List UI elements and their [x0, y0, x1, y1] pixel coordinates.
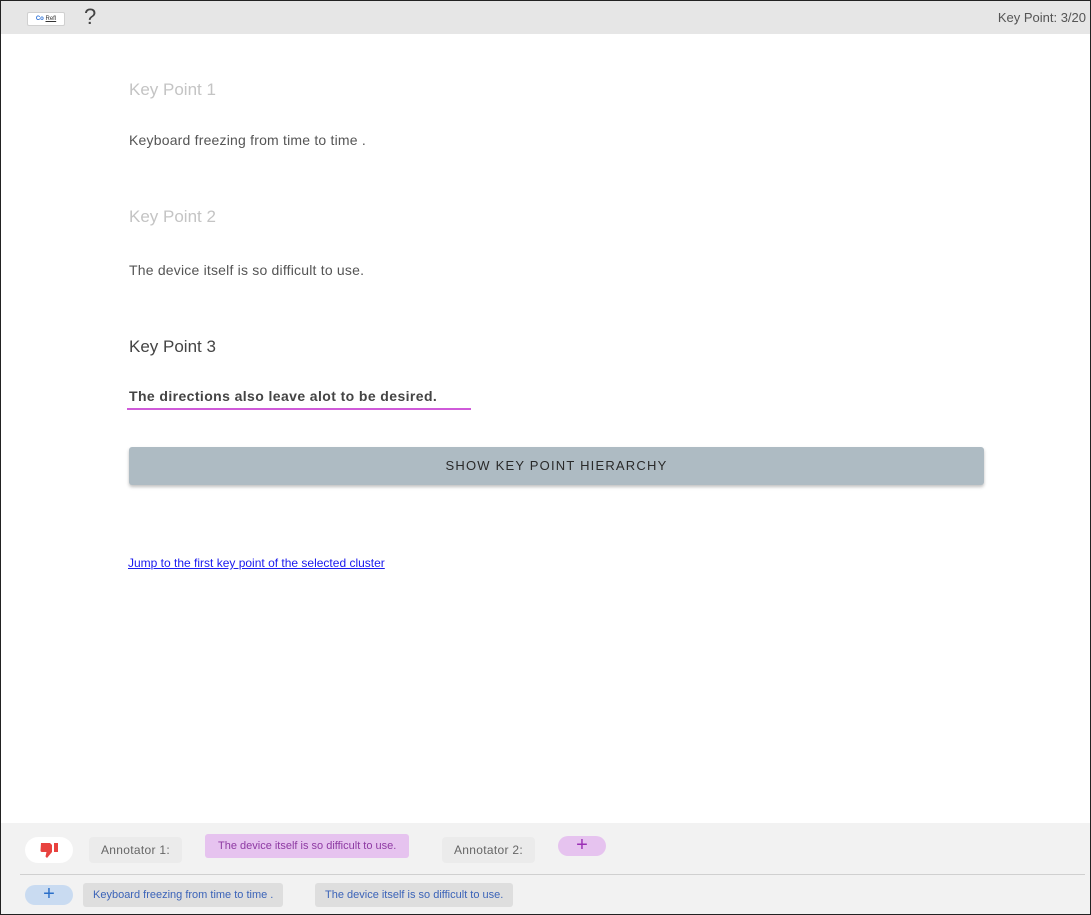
key-point-1-text: Keyboard freezing from time to time .	[129, 132, 366, 148]
add-option-icon[interactable]: +	[25, 884, 73, 905]
current-key-point-underline	[127, 408, 471, 410]
key-point-3-title: Key Point 3	[129, 337, 216, 356]
key-point-counter: Key Point: 3/20	[997, 10, 1086, 25]
top-bar: Co Refl ? Key Point: 3/20	[1, 1, 1090, 34]
key-point-3-text: The directions also leave alot to be des…	[129, 388, 438, 404]
annotator-2-label: Annotator 2:	[442, 837, 535, 863]
logo-co-text: Co	[35, 16, 44, 22]
key-point-1-title: Key Point 1	[129, 80, 216, 99]
show-hierarchy-button[interactable]: SHOW KEY POINT HIERARCHY	[129, 447, 984, 485]
annotator-1-label: Annotator 1:	[89, 837, 182, 863]
key-point-2-title: Key Point 2	[129, 207, 216, 226]
annotation-divider	[20, 874, 1085, 875]
jump-to-cluster-link[interactable]: Jump to the first key point of the selec…	[128, 556, 385, 570]
app-logo: Co Refl	[27, 12, 65, 26]
option-chip-2[interactable]: The device itself is so difficult to use…	[315, 883, 514, 907]
option-chip-1[interactable]: Keyboard freezing from time to time .	[83, 883, 284, 907]
dislike-button[interactable]	[25, 837, 73, 863]
logo-refl-text: Refl	[45, 16, 57, 22]
annotator-2-add-icon[interactable]: +	[558, 835, 606, 856]
thumbs-down-icon	[40, 843, 58, 858]
key-point-2-text: The device itself is so difficult to use…	[129, 262, 365, 278]
annotator-1-chip[interactable]: The device itself is so difficult to use…	[205, 834, 410, 858]
help-icon[interactable]: ?	[84, 4, 96, 30]
